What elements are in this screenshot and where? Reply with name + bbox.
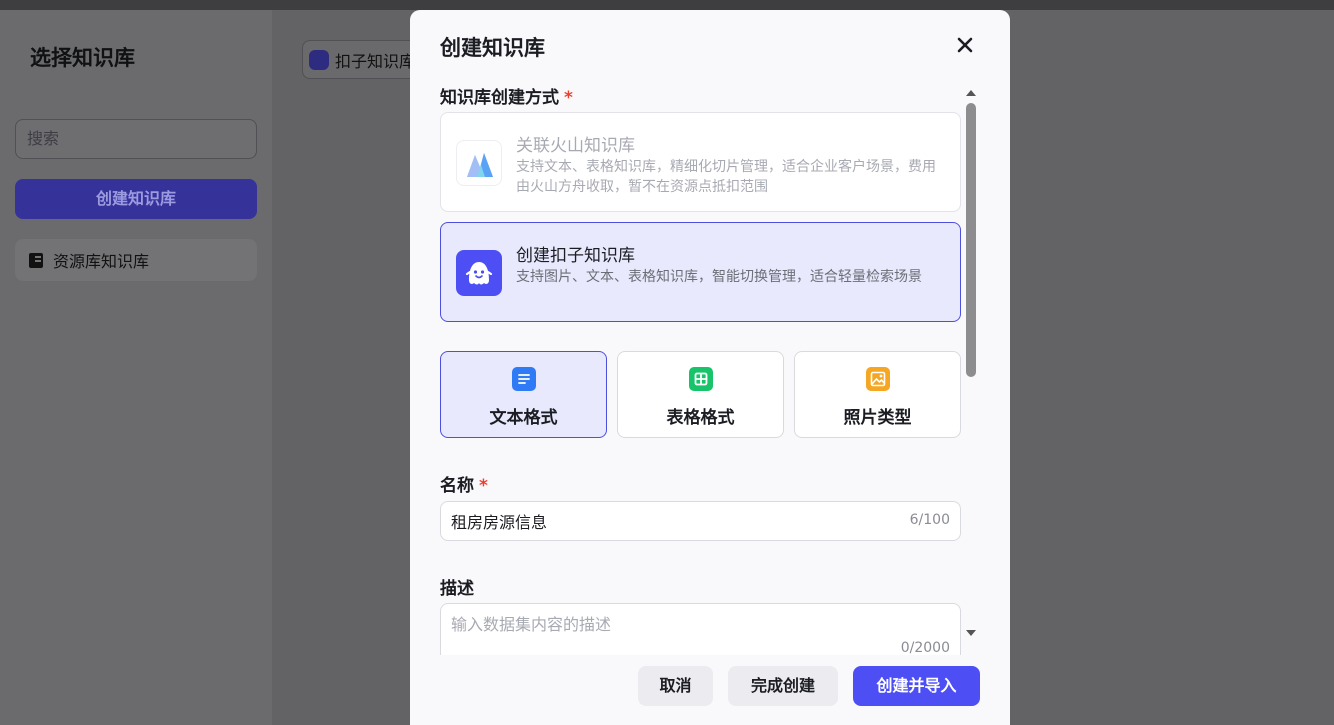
required-mark: *	[564, 88, 573, 108]
description-label: 描述	[440, 579, 474, 599]
knowledge-chip[interactable]: 扣子知识库	[302, 40, 422, 79]
format-table-button[interactable]: 表格格式	[617, 351, 784, 438]
dialog-footer: 取消 完成创建 创建并导入	[410, 655, 1010, 725]
option-title: 创建扣子知识库	[516, 246, 635, 266]
coze-ghost-icon	[309, 49, 329, 70]
name-field[interactable]: 6/100	[440, 501, 961, 541]
name-input[interactable]	[451, 502, 891, 540]
option-description: 支持图片、文本、表格知识库，智能切换管理，适合轻量检索场景	[516, 269, 922, 285]
format-label: 文本格式	[489, 408, 558, 428]
coze-ghost-icon	[456, 250, 502, 296]
image-icon	[866, 367, 890, 391]
creation-method-label: 知识库创建方式 *	[440, 88, 573, 108]
format-text-button[interactable]: 文本格式	[440, 351, 607, 438]
table-icon	[689, 367, 713, 391]
description-input[interactable]	[451, 611, 941, 651]
scrollbar-thumb[interactable]	[966, 103, 976, 377]
description-char-count: 0/2000	[900, 640, 950, 656]
option-title: 关联火山知识库	[516, 136, 635, 156]
create-knowledge-dialog: 创建知识库 知识库创建方式 * 关联火山知识库 支持文本、表格知识库，精细化切片管…	[410, 10, 1010, 725]
option-description: 支持文本、表格知识库，精细化切片管理，适合企业客户场景，费用由火山方舟收取，暂不…	[516, 159, 936, 195]
format-label: 表格格式	[666, 408, 735, 428]
option-volcano-knowledge[interactable]: 关联火山知识库 支持文本、表格知识库，精细化切片管理，适合企业客户场景，费用由火…	[440, 112, 961, 212]
option-coze-knowledge[interactable]: 创建扣子知识库 支持图片、文本、表格知识库，智能切换管理，适合轻量检索场景	[440, 222, 961, 322]
cancel-button[interactable]: 取消	[638, 666, 713, 706]
sidebar-item-label: 资源库知识库	[53, 252, 150, 271]
sidebar-item-resource-library[interactable]: 资源库知识库	[15, 239, 257, 281]
search-input[interactable]: 搜索	[15, 119, 257, 159]
format-label: 照片类型	[843, 408, 912, 428]
volcano-icon	[456, 140, 502, 186]
left-panel	[0, 10, 272, 725]
panel-title: 选择知识库	[30, 46, 135, 70]
scroll-up-arrow-icon[interactable]	[966, 90, 976, 96]
close-icon	[957, 37, 973, 53]
create-and-import-button[interactable]: 创建并导入	[853, 666, 980, 706]
book-icon	[29, 252, 43, 268]
text-doc-icon	[512, 367, 536, 391]
required-mark: *	[479, 476, 488, 496]
chip-label: 扣子知识库	[335, 51, 416, 71]
finish-create-button[interactable]: 完成创建	[728, 666, 838, 706]
name-char-count: 6/100	[909, 512, 950, 528]
create-knowledge-button[interactable]: 创建知识库	[15, 179, 257, 219]
dialog-title: 创建知识库	[440, 36, 545, 60]
close-button[interactable]	[954, 34, 976, 56]
name-label: 名称 *	[440, 476, 488, 496]
top-bar	[0, 0, 1334, 10]
format-image-button[interactable]: 照片类型	[794, 351, 961, 438]
scroll-down-arrow-icon[interactable]	[966, 630, 976, 636]
